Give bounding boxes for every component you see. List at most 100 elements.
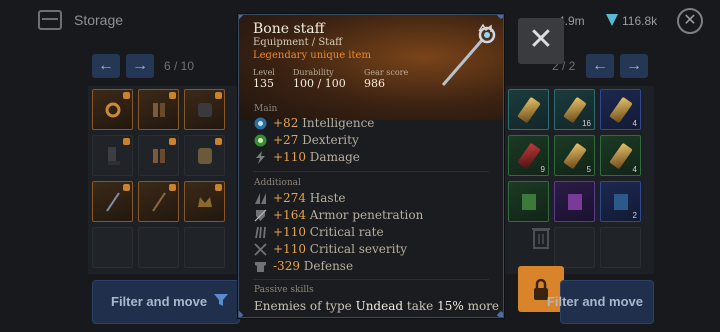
item-slot[interactable] [184, 135, 225, 176]
gloves-icon [153, 103, 165, 117]
book-icon [568, 194, 582, 210]
item-count: 5 [586, 165, 591, 174]
item-slot[interactable]: 9 [508, 135, 549, 176]
item-slot[interactable] [92, 89, 133, 130]
shield-pierce-icon [254, 209, 267, 222]
item-slot[interactable] [508, 181, 549, 222]
durability-label: Durability [293, 68, 334, 77]
item-slot[interactable] [554, 227, 595, 268]
item-count: 4 [632, 165, 637, 174]
crystal-icon [517, 142, 541, 170]
bone-staff-icon [441, 23, 496, 86]
filter-icon [213, 292, 229, 311]
crown-icon [198, 197, 212, 207]
lock-icon [123, 138, 130, 145]
page-indicator: 6 / 10 [164, 59, 195, 73]
item-tooltip: Bone staff Equipment / Staff Legendary u… [238, 14, 504, 318]
item-count: 16 [582, 119, 591, 128]
divider [253, 171, 489, 172]
passive-skill-text: Enemies of type Undead take 15% more [254, 299, 500, 313]
wings-icon [255, 193, 266, 204]
prev-page-button[interactable]: ← [92, 54, 120, 78]
gloves-icon [153, 149, 165, 163]
filter-and-move-button-left[interactable]: Filter and move [92, 280, 240, 324]
lock-icon [215, 184, 222, 191]
corner-ornament [239, 310, 244, 317]
crossed-swords-icon [254, 243, 267, 256]
prev-page-button[interactable]: ← [586, 54, 614, 78]
next-page-button[interactable]: → [126, 54, 154, 78]
chest-armor-icon [198, 148, 212, 164]
item-slot[interactable] [92, 227, 133, 268]
item-slot[interactable]: 16 [554, 89, 595, 130]
tooltip-header: Bone staff Equipment / Staff Legendary u… [239, 15, 503, 120]
staff-icon [152, 192, 166, 212]
staff-icon [106, 192, 120, 212]
lock-icon [215, 138, 222, 145]
close-tooltip-button[interactable]: ✕ [518, 18, 564, 64]
sparkle-icon [254, 117, 267, 130]
armor-icon [255, 262, 266, 272]
book-icon [614, 194, 628, 210]
item-slot[interactable] [554, 181, 595, 222]
filter-label: Filter and move [546, 294, 643, 309]
filter-label: Filter and move [111, 294, 208, 309]
passive-section-title: Passive skills [254, 285, 314, 295]
item-slot[interactable] [138, 181, 179, 222]
page-title: Storage [74, 12, 124, 28]
item-name: Bone staff [253, 21, 325, 37]
lock-icon [123, 92, 130, 99]
lock-icon [215, 92, 222, 99]
item-slot[interactable]: 2 [600, 181, 641, 222]
item-slot[interactable] [92, 135, 133, 176]
crystal-icon [609, 142, 633, 170]
item-slot[interactable] [184, 181, 225, 222]
chest-icon [38, 10, 62, 30]
gear-score-value: 986 [364, 77, 385, 90]
item-slot[interactable]: 5 [554, 135, 595, 176]
crystal-icon [563, 142, 587, 170]
item-count: 9 [540, 165, 545, 174]
item-slot[interactable]: 4 [600, 135, 641, 176]
durability-value: 100 / 100 [293, 77, 346, 90]
lock-icon [123, 184, 130, 191]
lock-icon [169, 184, 176, 191]
trash-icon[interactable] [530, 224, 552, 250]
item-slot[interactable] [508, 89, 549, 130]
close-icon[interactable]: ✕ [677, 8, 703, 34]
lock-icon [169, 138, 176, 145]
claws-icon [255, 226, 266, 239]
item-slot[interactable]: 4 [600, 89, 641, 130]
item-count: 2 [632, 211, 637, 220]
crystal-icon [609, 96, 633, 124]
book-icon [522, 194, 536, 210]
crystal-icon [517, 96, 541, 124]
next-page-button[interactable]: → [620, 54, 648, 78]
gem-amount: 116.8k [622, 14, 658, 28]
level-label: Level [253, 68, 275, 77]
filter-and-move-button-right[interactable]: Filter and move [547, 280, 654, 324]
item-slot[interactable] [138, 89, 179, 130]
item-rarity: Legendary unique item [253, 50, 371, 61]
main-section-title: Main [254, 104, 278, 114]
storage-grid-right: 16 4 9 5 4 2 [504, 86, 654, 274]
item-type: Equipment / Staff [253, 37, 343, 48]
item-slot[interactable] [184, 89, 225, 130]
lock-icon [169, 92, 176, 99]
item-slot[interactable] [184, 227, 225, 268]
item-count: 4 [632, 119, 637, 128]
level-value: 135 [253, 77, 274, 90]
ring-icon [105, 102, 121, 118]
item-slot[interactable] [92, 181, 133, 222]
additional-section-title: Additional [254, 178, 301, 188]
item-slot[interactable] [600, 227, 641, 268]
gear-score-label: Gear score [364, 68, 409, 77]
divider [253, 279, 489, 280]
gem-icon [606, 14, 618, 26]
boots-icon [108, 147, 120, 165]
dexterity-icon [254, 134, 267, 147]
item-slot[interactable] [138, 135, 179, 176]
item-slot[interactable] [138, 227, 179, 268]
storage-grid-left [88, 86, 238, 274]
lightning-icon [256, 151, 265, 164]
